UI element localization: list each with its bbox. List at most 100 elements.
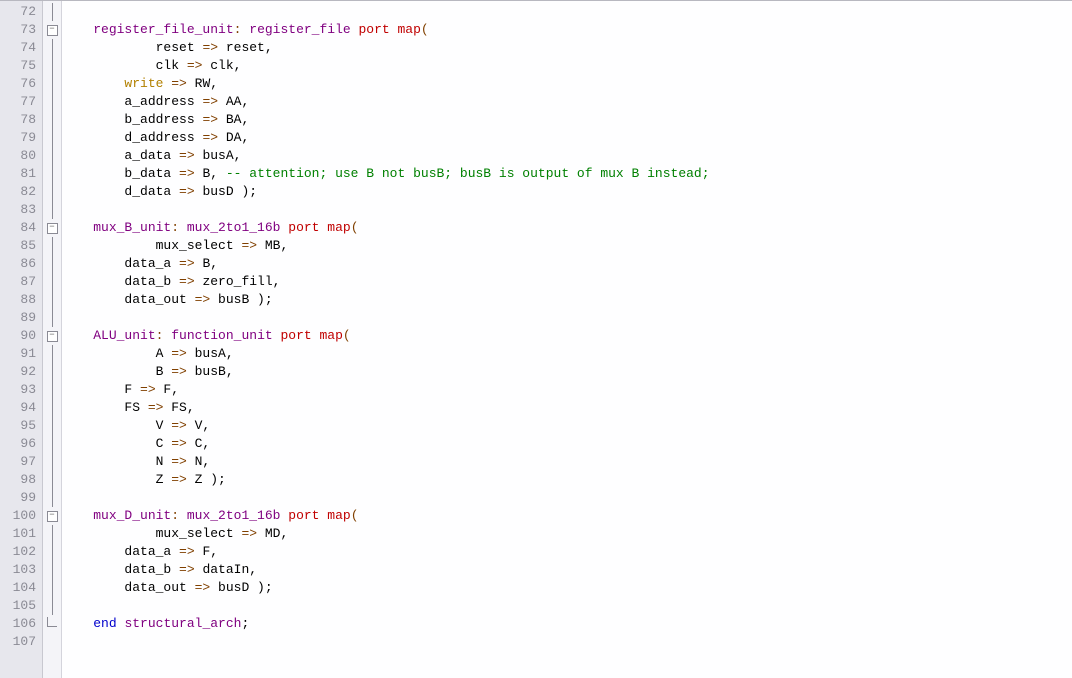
- code-line[interactable]: V => V,: [62, 417, 1072, 435]
- line-number[interactable]: 74: [0, 39, 42, 57]
- code-line[interactable]: d_data => busD );: [62, 183, 1072, 201]
- code-line[interactable]: mux_select => MB,: [62, 237, 1072, 255]
- line-number[interactable]: 94: [0, 399, 42, 417]
- fold-cell: [43, 399, 61, 417]
- code-line[interactable]: a_data => busA,: [62, 147, 1072, 165]
- line-number[interactable]: 97: [0, 453, 42, 471]
- line-number[interactable]: 88: [0, 291, 42, 309]
- code-line[interactable]: mux_B_unit: mux_2to1_16b port map(: [62, 219, 1072, 237]
- code-area[interactable]: register_file_unit: register_file port m…: [62, 1, 1072, 678]
- code-token: N,: [187, 454, 210, 469]
- line-number[interactable]: 76: [0, 75, 42, 93]
- line-number[interactable]: 105: [0, 597, 42, 615]
- code-line[interactable]: [62, 489, 1072, 507]
- line-number[interactable]: 92: [0, 363, 42, 381]
- line-number[interactable]: 91: [0, 345, 42, 363]
- fold-cell: [43, 579, 61, 597]
- line-number[interactable]: 101: [0, 525, 42, 543]
- code-token: busA,: [187, 346, 234, 361]
- line-number-gutter[interactable]: 7273747576777879808182838485868788899091…: [0, 1, 43, 678]
- code-line[interactable]: mux_D_unit: mux_2to1_16b port map(: [62, 507, 1072, 525]
- code-token: N: [62, 454, 171, 469]
- code-line[interactable]: data_b => zero_fill,: [62, 273, 1072, 291]
- fold-toggle-icon[interactable]: −: [47, 25, 58, 36]
- line-number[interactable]: 102: [0, 543, 42, 561]
- code-line[interactable]: b_data => B, -- attention; use B not bus…: [62, 165, 1072, 183]
- line-number[interactable]: 81: [0, 165, 42, 183]
- code-token: reset,: [218, 40, 273, 55]
- code-line[interactable]: write => RW,: [62, 75, 1072, 93]
- fold-column[interactable]: − − − −: [43, 1, 62, 678]
- line-number[interactable]: 99: [0, 489, 42, 507]
- code-line[interactable]: FS => FS,: [62, 399, 1072, 417]
- code-line[interactable]: C => C,: [62, 435, 1072, 453]
- code-line[interactable]: data_out => busD );: [62, 579, 1072, 597]
- fold-toggle-icon[interactable]: −: [47, 511, 58, 522]
- line-number[interactable]: 85: [0, 237, 42, 255]
- fold-guide-line: [52, 579, 53, 597]
- code-token: (: [421, 22, 429, 37]
- code-line[interactable]: data_b => dataIn,: [62, 561, 1072, 579]
- code-token: MD,: [257, 526, 288, 541]
- code-token: data_b: [62, 274, 179, 289]
- code-line[interactable]: ALU_unit: function_unit port map(: [62, 327, 1072, 345]
- code-line[interactable]: d_address => DA,: [62, 129, 1072, 147]
- code-line[interactable]: data_out => busB );: [62, 291, 1072, 309]
- fold-guide-line: [52, 129, 53, 147]
- line-number[interactable]: 77: [0, 93, 42, 111]
- code-line[interactable]: clk => clk,: [62, 57, 1072, 75]
- code-line[interactable]: [62, 309, 1072, 327]
- code-line[interactable]: reset => reset,: [62, 39, 1072, 57]
- code-token: ;: [241, 616, 249, 631]
- code-token: BA,: [218, 112, 249, 127]
- code-line[interactable]: [62, 3, 1072, 21]
- fold-toggle-icon[interactable]: −: [47, 223, 58, 234]
- fold-cell: [43, 39, 61, 57]
- line-number[interactable]: 75: [0, 57, 42, 75]
- line-number[interactable]: 79: [0, 129, 42, 147]
- code-line[interactable]: mux_select => MD,: [62, 525, 1072, 543]
- fold-guide-line: [52, 543, 53, 561]
- line-number[interactable]: 82: [0, 183, 42, 201]
- line-number[interactable]: 103: [0, 561, 42, 579]
- code-line[interactable]: end structural_arch;: [62, 615, 1072, 633]
- line-number[interactable]: 72: [0, 3, 42, 21]
- line-number[interactable]: 104: [0, 579, 42, 597]
- code-editor[interactable]: 7273747576777879808182838485868788899091…: [0, 0, 1072, 678]
- line-number[interactable]: 80: [0, 147, 42, 165]
- fold-guide-line: [52, 237, 53, 255]
- line-number[interactable]: 107: [0, 633, 42, 651]
- line-number[interactable]: 98: [0, 471, 42, 489]
- fold-guide-line: [52, 147, 53, 165]
- code-line[interactable]: register_file_unit: register_file port m…: [62, 21, 1072, 39]
- line-number[interactable]: 83: [0, 201, 42, 219]
- code-line[interactable]: A => busA,: [62, 345, 1072, 363]
- code-line[interactable]: F => F,: [62, 381, 1072, 399]
- code-token: data_out: [62, 580, 195, 595]
- code-line[interactable]: data_a => B,: [62, 255, 1072, 273]
- code-line[interactable]: [62, 597, 1072, 615]
- code-line[interactable]: b_address => BA,: [62, 111, 1072, 129]
- line-number[interactable]: 93: [0, 381, 42, 399]
- fold-cell: [43, 417, 61, 435]
- code-line[interactable]: [62, 201, 1072, 219]
- code-line[interactable]: B => busB,: [62, 363, 1072, 381]
- code-line[interactable]: Z => Z );: [62, 471, 1072, 489]
- line-number[interactable]: 86: [0, 255, 42, 273]
- fold-toggle-icon[interactable]: −: [47, 331, 58, 342]
- line-number[interactable]: 100: [0, 507, 42, 525]
- fold-cell: [43, 345, 61, 363]
- code-line[interactable]: a_address => AA,: [62, 93, 1072, 111]
- code-line[interactable]: [62, 633, 1072, 651]
- line-number[interactable]: 89: [0, 309, 42, 327]
- line-number[interactable]: 84: [0, 219, 42, 237]
- code-line[interactable]: data_a => F,: [62, 543, 1072, 561]
- line-number[interactable]: 73: [0, 21, 42, 39]
- line-number[interactable]: 95: [0, 417, 42, 435]
- line-number[interactable]: 106: [0, 615, 42, 633]
- line-number[interactable]: 90: [0, 327, 42, 345]
- line-number[interactable]: 96: [0, 435, 42, 453]
- line-number[interactable]: 87: [0, 273, 42, 291]
- line-number[interactable]: 78: [0, 111, 42, 129]
- code-line[interactable]: N => N,: [62, 453, 1072, 471]
